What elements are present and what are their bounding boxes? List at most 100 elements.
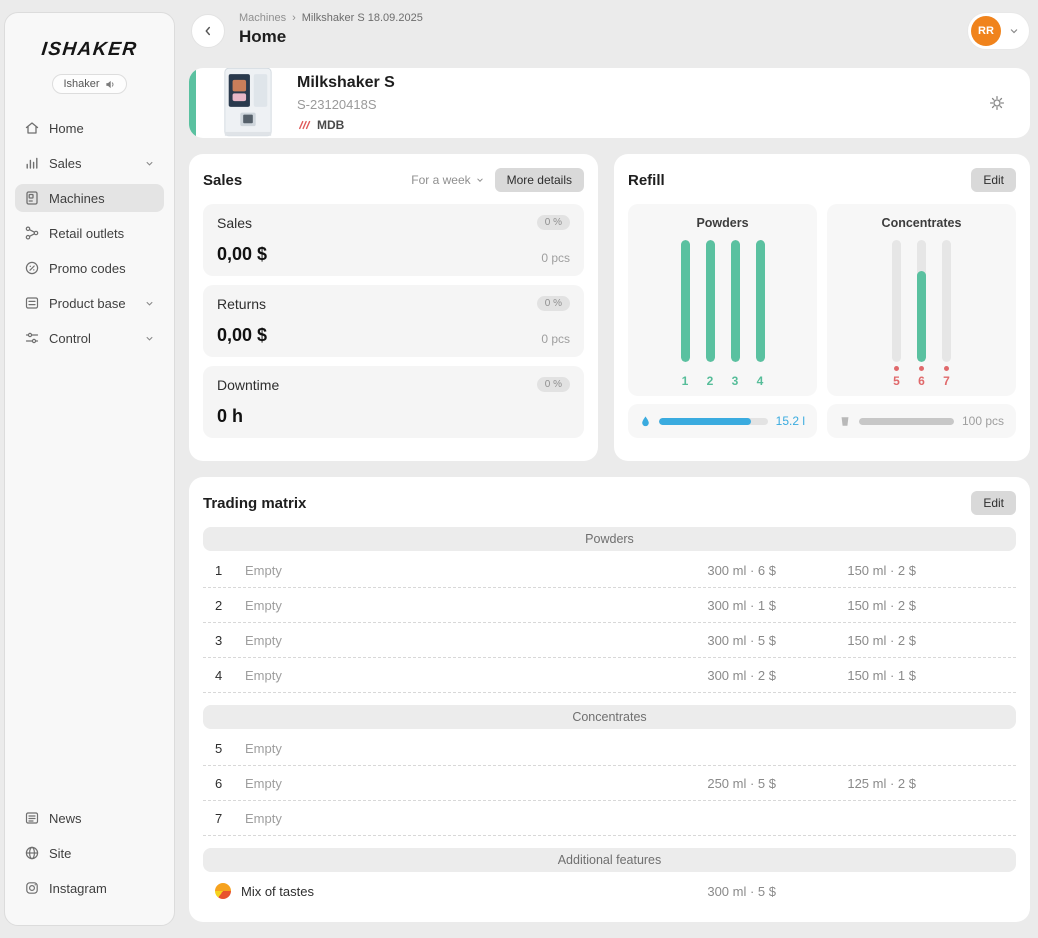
refill-meters: 15.2 l 100 pcs (628, 404, 1016, 438)
chevron-down-icon (144, 333, 155, 344)
refill-card: Refill Edit Powders 1 (614, 154, 1030, 461)
matrix-row: 2 Empty 300 ml · 1 $ 150 ml · 2 $ (203, 588, 1016, 623)
matrix-header: Trading matrix Edit (203, 491, 1016, 515)
arrow-left-icon (201, 24, 215, 38)
price-small: 150 ml · 2 $ (776, 598, 916, 613)
speaker-icon (105, 79, 116, 90)
slot-number: 6 (918, 374, 925, 388)
section-header: Concentrates (203, 705, 1016, 729)
price-large: 300 ml · 5 $ (606, 884, 776, 899)
matrix-edit-button[interactable]: Edit (971, 491, 1016, 515)
level-track (892, 240, 901, 362)
level-track (756, 240, 765, 362)
low-level-dot (919, 366, 924, 371)
refill-panels: Powders 1 2 (628, 204, 1016, 396)
list-card-icon (24, 295, 40, 311)
sidebar-item-sales[interactable]: Sales (15, 149, 164, 177)
powder-slot: 2 (704, 240, 717, 388)
metric-left: Returns 0,00 $ (217, 296, 267, 346)
sales-title: Sales (203, 172, 242, 189)
cups-level-fill (859, 418, 954, 425)
percent-badge: 0 % (537, 377, 570, 392)
machine-image (221, 68, 275, 138)
trading-matrix-card: Trading matrix Edit Powders 1 Empty 300 … (189, 477, 1030, 922)
cup-icon (839, 415, 851, 428)
slot-number: 4 (757, 374, 764, 388)
vending-machine-icon (24, 190, 40, 206)
slot-number: 5 (893, 374, 900, 388)
bar-chart-icon (24, 155, 40, 171)
metric-right: 0 % 0 pcs (537, 296, 570, 346)
water-meter: 15.2 l (628, 404, 817, 438)
price-large: 300 ml · 1 $ (606, 598, 776, 613)
metric-label: Sales (217, 215, 267, 231)
concentrates-panel: Concentrates 5 6 (827, 204, 1016, 396)
metric-left: Downtime 0 h (217, 377, 279, 427)
matrix-row: 1 Empty 300 ml · 6 $ 150 ml · 2 $ (203, 553, 1016, 588)
price-small: 150 ml · 2 $ (776, 633, 916, 648)
machine-serial: S-23120418S (297, 97, 395, 112)
account-menu[interactable]: RR (967, 12, 1030, 50)
slot-number: 2 (707, 374, 714, 388)
more-details-button[interactable]: More details (495, 168, 584, 192)
matrix-row: 4 Empty 300 ml · 2 $ 150 ml · 1 $ (203, 658, 1016, 693)
metric-secondary: 0 pcs (541, 332, 570, 346)
sidebar-item-site[interactable]: Site (15, 839, 164, 867)
metric-label: Downtime (217, 377, 279, 393)
sidebar-item-promo-codes[interactable]: Promo codes (15, 254, 164, 282)
mix-of-tastes-icon (215, 883, 231, 899)
powders-title: Powders (696, 216, 748, 230)
period-select[interactable]: For a week (411, 173, 484, 187)
level-track (917, 240, 926, 362)
main-content: Machines › Milkshaker S 18.09.2025 Home … (175, 0, 1038, 938)
slot-number: 1 (215, 563, 239, 578)
product-name: Empty (245, 563, 282, 578)
concentrates-title: Concentrates (882, 216, 962, 230)
concentrate-slot: 5 (890, 240, 903, 388)
chevron-down-icon (1008, 25, 1020, 37)
level-track (681, 240, 690, 362)
sidebar-item-product-base[interactable]: Product base (15, 289, 164, 317)
matrix-section-additional: Additional features Mix of tastes 300 ml… (203, 848, 1016, 908)
water-level-fill (659, 418, 751, 425)
stats-row: Sales For a week More details Sales 0,00… (189, 154, 1030, 461)
product-name: Empty (245, 776, 282, 791)
slot-number: 5 (215, 741, 239, 756)
sidebar-item-label: Promo codes (49, 261, 126, 276)
metric-right: 0 % (537, 377, 570, 427)
price-large: 300 ml · 5 $ (606, 633, 776, 648)
cups-level-track (859, 418, 954, 425)
mdb-icon (297, 119, 311, 131)
account-badge[interactable]: Ishaker (52, 74, 126, 94)
product-name: Empty (245, 633, 282, 648)
page-header: Machines › Milkshaker S 18.09.2025 Home … (189, 12, 1030, 56)
back-button[interactable] (191, 14, 225, 48)
matrix-row: Mix of tastes 300 ml · 5 $ (203, 874, 1016, 908)
breadcrumb-machines[interactable]: Machines (239, 12, 286, 24)
machine-settings-button[interactable] (988, 94, 1006, 112)
globe-icon (24, 845, 40, 861)
sidebar-item-instagram[interactable]: Instagram (15, 874, 164, 902)
news-icon (24, 810, 40, 826)
cups-meter: 100 pcs (827, 404, 1016, 438)
sidebar-item-home[interactable]: Home (15, 114, 164, 142)
sidebar-item-machines[interactable]: Machines (15, 184, 164, 212)
slot-number: 7 (215, 811, 239, 826)
chevron-down-icon (144, 298, 155, 309)
sidebar-item-news[interactable]: News (15, 804, 164, 832)
matrix-row: 6 Empty 250 ml · 5 $ 125 ml · 2 $ (203, 766, 1016, 801)
sidebar-item-retail-outlets[interactable]: Retail outlets (15, 219, 164, 247)
powder-slot: 1 (679, 240, 692, 388)
refill-edit-button[interactable]: Edit (971, 168, 1016, 192)
metric-value: 0,00 $ (217, 244, 267, 265)
sidebar-footer: News Site Instagram (15, 804, 164, 909)
network-icon (24, 225, 40, 241)
powders-panel: Powders 1 2 (628, 204, 817, 396)
matrix-section-powders: Powders 1 Empty 300 ml · 6 $ 150 ml · 2 … (203, 527, 1016, 693)
sales-card: Sales For a week More details Sales 0,00… (189, 154, 598, 461)
metric-secondary: 0 pcs (541, 251, 570, 265)
powder-slot: 4 (754, 240, 767, 388)
level-fill (917, 271, 926, 363)
matrix-row: 7 Empty (203, 801, 1016, 836)
sidebar-item-control[interactable]: Control (15, 324, 164, 352)
